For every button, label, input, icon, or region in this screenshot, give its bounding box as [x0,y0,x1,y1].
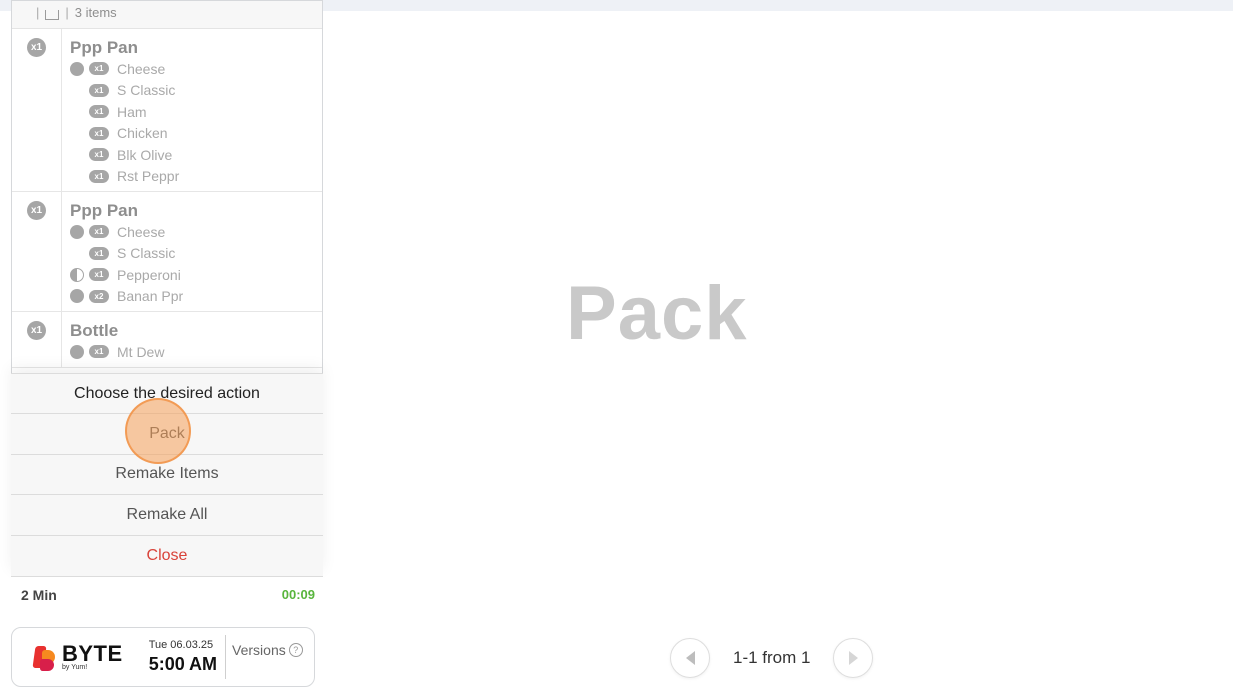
modifier-qty-badge: x1 [89,105,109,119]
modifier-label: Banan Ppr [117,288,184,305]
time: 5:00 AM [148,654,218,674]
byte-logo: BYTE by Yum! [62,641,123,672]
whole-portion-icon [70,61,84,76]
chevron-right-icon [848,651,858,665]
modifier-qty-badge: x1 [89,148,109,162]
click-highlight [125,398,191,464]
byte-logo-icon [32,643,58,671]
logo-subtext: by Yum! [62,664,88,671]
modifier-label: Cheese [117,223,166,240]
logo-text: BYTE [62,641,123,666]
portion-spacer [70,105,84,119]
modifier-label: Mt Dew [117,343,165,360]
chevron-left-icon [685,651,695,665]
modifier-row: x1 Rst Peppr [70,166,322,188]
remake-all-button[interactable]: Remake All [11,495,323,536]
modifier-qty-badge: x1 [89,246,109,260]
modifier-label: Chicken [117,125,168,142]
modifier-row: x1 Mt Dew [70,341,322,363]
items-icon [45,10,60,20]
whole-portion-icon [70,224,84,239]
modifier-row: x1 S Classic [70,243,322,265]
modifier-qty-badge: x1 [89,225,109,239]
modifier-row: x1 Cheese [70,58,322,80]
modifier-row: x1 Chicken [70,123,322,145]
ticket-item[interactable]: x1 Bottle x1 Mt Dew [12,312,322,368]
divider [225,635,227,679]
whole-portion-icon [70,289,84,304]
versions-label: Versions [232,642,286,658]
modifier-label: Pepperoni [117,266,181,283]
portion-spacer [70,126,84,140]
close-button[interactable]: Close [11,536,323,577]
modifier-label: Cheese [117,60,166,77]
modifier-qty-badge: x1 [89,83,109,97]
modifier-label: S Classic [117,245,176,262]
modifier-row: x1 Pepperoni [70,264,322,286]
modifier-qty-badge: x1 [89,268,109,282]
portion-spacer [70,246,84,260]
ticket-footer: 2 Min 00:09 [11,576,323,612]
modifier-label: S Classic [117,82,176,99]
next-page-button[interactable] [833,638,874,678]
modifier-row: x1 Blk Olive [70,144,322,166]
pagination: 1-1 from 1 [670,638,874,678]
modifier-label: Rst Peppr [117,168,180,185]
brand-panel: BYTE by Yum! Tue 06.03.25 5:00 AM Versio… [11,627,315,687]
help-icon: ? [288,643,303,657]
modifier-row: x1 Ham [70,101,322,123]
item-count: 3 items [74,5,117,20]
modifier-row: x1 S Classic [70,80,322,102]
elapsed-minutes: 2 Min [21,586,57,603]
item-qty-badge: x1 [27,38,46,57]
ticket-item[interactable]: x1 Ppp Pan x1 Cheese x1 S Classic x1 Pepperoni x… [12,192,322,312]
date: Tue 06.03.25 [148,639,214,651]
prev-page-button[interactable] [670,638,710,678]
item-name: Ppp Pan [70,201,139,220]
portion-spacer [70,83,84,97]
versions-link[interactable]: Versions ? [232,642,303,658]
portion-spacer [70,169,84,183]
portion-spacer [70,148,84,162]
item-name: Bottle [70,321,119,340]
modifier-qty-badge: x1 [89,345,109,359]
item-qty-badge: x1 [27,321,46,340]
modifier-qty-badge: x1 [89,169,109,183]
ticket-header: | | 3 items [12,1,322,29]
ticket-items: x1 Ppp Pan x1 Cheese x1 S Classic x1 Ham x1 Chick… [12,29,322,368]
datetime: Tue 06.03.25 5:00 AM [149,639,217,675]
modifier-label: Blk Olive [117,146,173,163]
half-portion-icon [70,267,84,282]
item-qty-badge: x1 [27,201,46,220]
modifier-row: x1 Cheese [70,221,322,243]
item-name: Ppp Pan [70,38,139,57]
modifier-qty-badge: x1 [89,62,109,76]
whole-portion-icon [70,344,84,359]
page-indicator: 1-1 from 1 [733,648,811,667]
modifier-row: x2 Banan Ppr [70,286,322,308]
modifier-qty-badge: x1 [89,126,109,140]
modifier-label: Ham [117,103,147,120]
modifier-qty-badge: x2 [89,289,109,303]
ticket-item[interactable]: x1 Ppp Pan x1 Cheese x1 S Classic x1 Ham x1 Chick… [12,29,322,192]
action-title: Pack [566,271,748,356]
timer: 00:09 [281,587,315,602]
